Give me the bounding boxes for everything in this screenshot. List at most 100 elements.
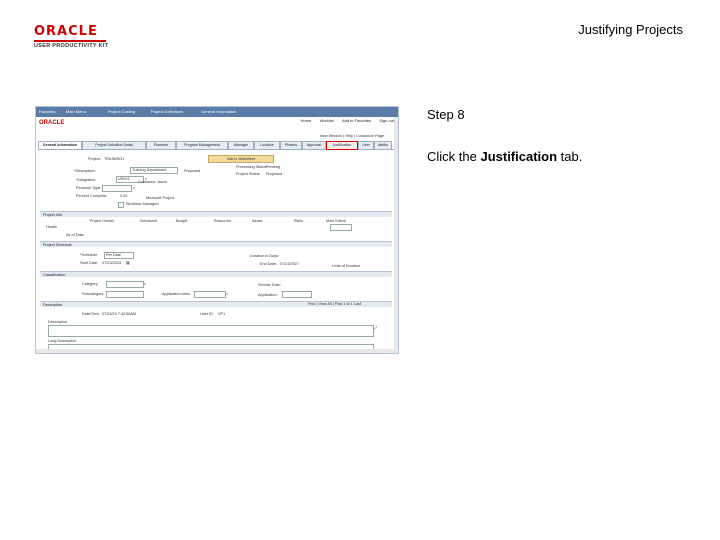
service-date-label: Service Date: [258, 283, 281, 287]
horizontal-scrollbar[interactable] [36, 349, 398, 353]
funding-label: Pending [266, 165, 280, 169]
tab-strip: General Information Project Definition D… [38, 141, 396, 150]
add-to-worksheet-button[interactable]: Add to Worksheet [208, 155, 274, 163]
topbar-item-main-menu[interactable]: Main Menu [66, 109, 86, 114]
schedule-label: *Schedule [80, 253, 98, 257]
tab-general-information[interactable]: General Information [38, 141, 82, 150]
app-topbar: Favorites Main Menu Project Costing Proj… [36, 107, 398, 117]
col-project-overall: Project Overall [90, 219, 114, 223]
type-input[interactable] [102, 185, 132, 192]
tab-justification[interactable]: Justification [326, 141, 358, 150]
lookup-icon[interactable]: ⌕ [226, 291, 228, 296]
step-instruction: Click the Justification tab. [427, 149, 582, 164]
col-scheduled: Scheduled [140, 219, 157, 223]
end-date-label: End Date: [260, 262, 277, 266]
application-label: Application: [258, 293, 278, 297]
app-brand: ORACLE [39, 120, 65, 126]
page-title: Justifying Projects [578, 22, 683, 37]
category-input[interactable] [106, 281, 144, 288]
tab-attribs[interactable]: Attribs [374, 141, 392, 150]
topbar-item-project-definitions[interactable]: Project Definitions [151, 109, 183, 114]
category-label: Category: [82, 282, 99, 286]
section-classification: Classification [40, 271, 392, 277]
percent-complete-value: 0.00 [120, 194, 128, 198]
type-label: Personal Type: [76, 186, 102, 190]
as-of-date-label: As of Date [66, 233, 84, 237]
description-value: Training Department [132, 168, 167, 172]
nav-signout-link[interactable]: Sign out [379, 118, 394, 123]
instruction-suffix: tab. [557, 149, 583, 164]
tab-manager[interactable]: Manager [228, 141, 254, 150]
duration-label: Duration in Days: [250, 254, 280, 258]
topbar-item-general-info[interactable]: General Information [201, 109, 236, 114]
tab-user[interactable]: User [358, 141, 374, 150]
page-utility-links[interactable]: New Window | Help | Customize Page [320, 134, 384, 138]
oracle-upk-logo: ORACLE USER PRODUCTIVITY KIT [34, 24, 124, 49]
processing-status-label: Processing Status [236, 165, 267, 169]
logo-product: USER PRODUCTIVITY KIT [34, 43, 109, 49]
section-project-info: Project Info [40, 211, 392, 217]
col-most-critical: Most Critical [326, 219, 346, 223]
units-of-duration-label: Units of Duration [332, 264, 361, 268]
end-date-value: 07/23/2027 [280, 262, 300, 266]
grid-navigation[interactable]: Find | View All | First 1 of 1 Last [308, 302, 361, 306]
instruction-target: Justification [480, 149, 558, 164]
description-field-label: Description [48, 320, 67, 324]
project-status-value: Proposed [266, 172, 283, 176]
integration-label: *Integration: [76, 178, 97, 182]
logo-brand: ORACLE [34, 24, 98, 39]
health-label: Health [46, 225, 57, 229]
start-date-label: Start Date: [80, 261, 99, 265]
project-label: Project: [88, 157, 101, 161]
topbar-item-project-costing[interactable]: Project Costing [108, 109, 135, 114]
integration-value: US001 [118, 177, 130, 181]
description-label: *Description: [74, 169, 96, 173]
description-textarea[interactable] [48, 325, 374, 337]
section-project-schedule: Project Schedule [40, 241, 392, 247]
nav-worklist-link[interactable]: Worklist [320, 118, 334, 123]
microsoft-project-label: Microsoft Project [146, 196, 175, 200]
col-issues: Issues [252, 219, 263, 223]
app-nav-links: Home Worklist Add to Favorites Sign out [294, 118, 394, 123]
tab-program-management[interactable]: Program Management [176, 141, 228, 150]
calendar-icon[interactable]: ▦ [126, 260, 130, 265]
tab-approval[interactable]: Approval [302, 141, 326, 150]
expand-icon[interactable]: ⤢ [374, 325, 377, 330]
integration-description: Contractor Jason [138, 180, 167, 184]
datetime-label: Date/Time [82, 312, 100, 316]
vertical-scrollbar[interactable] [394, 117, 398, 349]
step-label: Step 8 [427, 107, 465, 122]
nav-home-link[interactable]: Home [301, 118, 312, 123]
user-id-value: VP1 [218, 312, 226, 316]
lookup-icon[interactable]: ⌕ [133, 185, 135, 190]
status-text: Proposed [184, 169, 201, 173]
application-area-input[interactable] [194, 291, 226, 298]
tab-location[interactable]: Location [254, 141, 280, 150]
lookup-icon[interactable]: ⌕ [144, 281, 146, 286]
workflow-checkbox[interactable] [118, 202, 124, 208]
tab-planners[interactable]: Planners [146, 141, 176, 150]
subcategory-input[interactable] [106, 291, 144, 298]
workflow-label: Workflow Managed [126, 202, 159, 206]
project-status-label: Project Status [236, 172, 260, 176]
app-screenshot: Favorites Main Menu Project Costing Proj… [35, 106, 399, 354]
col-resources: Resources [214, 219, 232, 223]
schedule-value: Per Date [106, 253, 121, 257]
datetime-value: 07/23/24 7:42:56AM [102, 312, 137, 316]
percent-complete-label: Percent Complete: [76, 194, 108, 198]
logo-divider [34, 40, 106, 42]
topbar-item-favorites[interactable]: Favorites [39, 109, 55, 114]
nav-favorites-link[interactable]: Add to Favorites [342, 118, 371, 123]
col-budget: Budget [176, 219, 188, 223]
project-value: TRAINING1 [104, 157, 125, 161]
application-area-label: Application Area: [162, 292, 191, 296]
tab-phases[interactable]: Phases [280, 141, 302, 150]
tab-project-definition-detail[interactable]: Project Definition Detail [82, 141, 146, 150]
instruction-prefix: Click the [427, 149, 481, 164]
start-date-value: 07/23/2024 [102, 261, 122, 265]
col-risks: Risks [294, 219, 303, 223]
application-input[interactable] [282, 291, 312, 298]
user-id-label: User ID [200, 312, 213, 316]
most-critical-select[interactable] [330, 224, 352, 231]
subcategory-label: Subcategory: [82, 292, 105, 296]
